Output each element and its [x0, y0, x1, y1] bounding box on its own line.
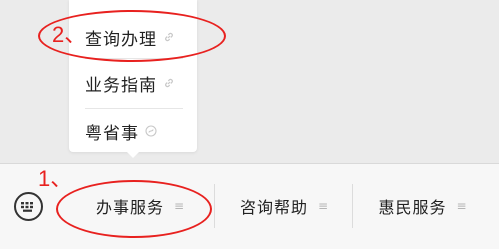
menu-icon: ≡: [317, 199, 329, 213]
annotation-marker-2: 2、: [52, 22, 87, 47]
tab-separator: [214, 184, 215, 228]
submenu-item-business-guide[interactable]: 业务指南: [85, 68, 185, 98]
submenu-item-label: 粤省事: [85, 123, 139, 144]
submenu-item-label: 查询办理: [85, 29, 157, 50]
submenu-item-yueshengshi[interactable]: 粤省事: [85, 116, 185, 146]
chat-menu-screen: 查询办理 业务指南 粤省事 办事服务 ≡ 咨询帮助 ≡ 惠民服务 ≡ 2、 1、: [0, 0, 499, 249]
tab-separator: [352, 184, 353, 228]
annotation-marker-1: 1、: [38, 166, 73, 191]
tab-label: 咨询帮助: [239, 198, 308, 217]
divider: [85, 58, 183, 59]
divider: [85, 108, 183, 109]
submenu-popup: 查询办理 业务指南 粤省事: [69, 0, 197, 152]
mini-program-icon: [145, 125, 157, 137]
menu-icon: ≡: [456, 199, 467, 213]
link-icon: [163, 77, 175, 89]
tab-label: 惠民服务: [378, 198, 447, 217]
menu-icon: ≡: [173, 199, 185, 213]
submenu-item-query-handle[interactable]: 查询办理: [85, 22, 185, 52]
bottom-menu-bar: 办事服务 ≡ 咨询帮助 ≡ 惠民服务 ≡: [0, 163, 499, 249]
submenu-item-label: 业务指南: [85, 75, 157, 96]
tab-benefit-services[interactable]: 惠民服务 ≡: [360, 184, 485, 228]
popup-arrow: [125, 150, 141, 158]
link-icon: [163, 31, 175, 43]
tab-label: 办事服务: [95, 198, 164, 217]
keyboard-icon[interactable]: [14, 192, 43, 221]
tab-consult-help[interactable]: 咨询帮助 ≡: [222, 184, 346, 228]
tab-services[interactable]: 办事服务 ≡: [80, 184, 200, 228]
